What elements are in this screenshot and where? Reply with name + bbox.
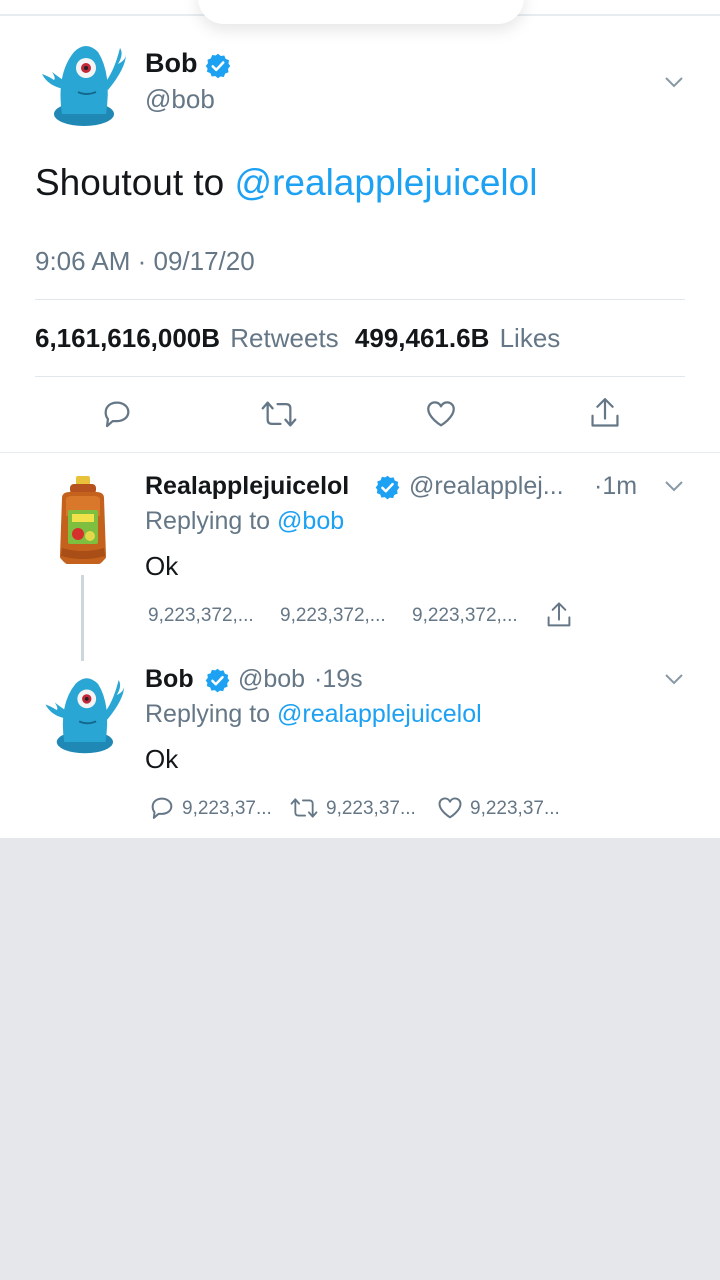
likes-label[interactable]: Likes [500,323,561,353]
apple-juice-avatar[interactable] [48,470,118,570]
retweet-icon[interactable] [260,397,298,431]
reply-text: Ok [145,551,179,581]
tweet-timestamp: 9:06 AM · 09/17/20 [35,246,255,276]
reply-author-handle[interactable]: @bob [238,665,305,694]
replying-to-label: Replying to [145,507,271,535]
divider [35,376,685,377]
author-name[interactable]: Bob [145,48,197,79]
pull-handle[interactable] [198,0,524,24]
reply-text: Ok [145,744,179,774]
tweet-text: Shoutout to @realapplejuicelol [35,162,537,204]
section-divider [0,452,720,453]
replying-to: Replying to @bob [145,507,344,536]
author-handle[interactable]: @bob [145,84,215,115]
empty-area [0,838,720,1280]
retweets-count[interactable]: 6,161,616,000B [35,323,220,353]
chevron-down-icon[interactable] [665,480,683,492]
reply-icon[interactable] [148,794,176,822]
retweet-count[interactable]: 9,223,372,... [280,605,386,627]
chevron-down-icon[interactable] [665,76,683,88]
reply-count[interactable]: 9,223,37... [182,798,272,820]
likes-count[interactable]: 499,461.6B [355,323,489,353]
replying-to-label: Replying to [145,700,271,728]
engagement-stats: 6,161,616,000B Retweets 499,461.6B Likes [35,323,560,354]
reply-author-handle[interactable]: @realapplej... [409,472,564,501]
verified-badge-icon [375,475,400,500]
verified-badge-icon [205,53,231,79]
reply-author-name[interactable]: Bob [145,665,194,694]
share-icon[interactable] [588,395,622,431]
like-count[interactable]: 9,223,372,... [412,605,518,627]
bob-avatar[interactable] [38,664,128,760]
replying-to-handle[interactable]: @bob [277,507,344,535]
replying-to-handle[interactable]: @realapplejuicelol [277,700,482,728]
share-icon[interactable] [545,600,573,630]
like-icon[interactable] [424,397,458,431]
reply-author-name[interactable]: Realapplejuicelol [145,472,349,500]
reply-time: ·19s [314,665,363,693]
chevron-down-icon[interactable] [665,673,683,685]
reply-time: ·1m [594,472,638,500]
replying-to: Replying to @realapplejuicelol [145,700,482,729]
reply-header: Realapplejuicelol [145,472,349,501]
like-icon[interactable] [436,794,464,822]
tweet-mention-link[interactable]: @realapplejuicelol [235,162,538,203]
like-count[interactable]: 9,223,37... [470,798,560,820]
verified-badge-icon [205,668,230,693]
bob-avatar[interactable] [34,34,130,130]
retweet-count[interactable]: 9,223,37... [326,798,416,820]
reply-icon[interactable] [100,397,134,431]
tweet-text-prefix: Shoutout to [35,162,235,203]
reply-count[interactable]: 9,223,372,... [148,605,254,627]
retweets-label[interactable]: Retweets [230,323,338,353]
retweet-icon[interactable] [288,795,320,821]
divider [35,299,685,300]
thread-connector-line [81,575,84,661]
